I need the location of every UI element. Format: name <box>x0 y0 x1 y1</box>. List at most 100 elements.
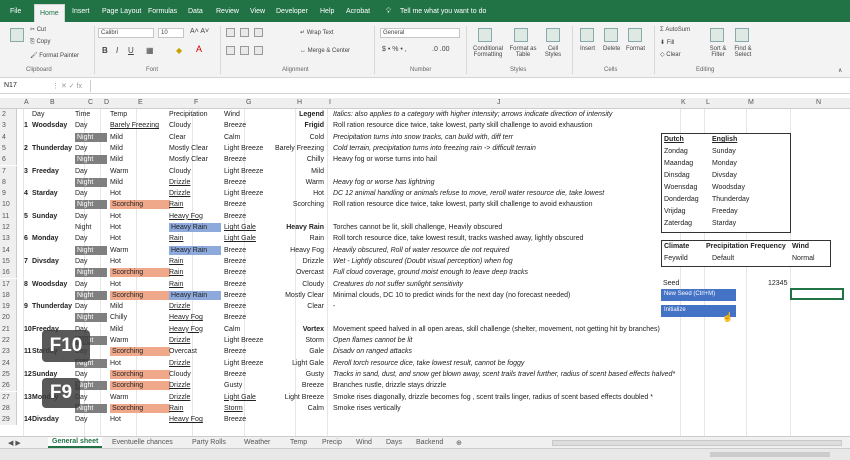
precip-cell[interactable]: Overcast <box>169 347 197 356</box>
precip-cell[interactable]: Heavy Fog <box>169 313 203 322</box>
tell-me-search[interactable]: Tell me what you want to do <box>400 0 486 22</box>
legend-cell[interactable]: Calm <box>258 404 324 413</box>
cell-styles-icon[interactable] <box>546 28 560 42</box>
time-cell[interactable]: Day <box>75 415 87 424</box>
insert-button[interactable]: Insert <box>580 46 595 52</box>
clear-button[interactable]: ◇ Clear <box>660 51 681 58</box>
notes-cell[interactable]: Roll torch resource dice, take lowest re… <box>333 234 583 243</box>
temp-cell[interactable]: Scorching <box>110 268 170 278</box>
notes-cell[interactable]: Smoke rises diagonally, drizzle becomes … <box>333 393 653 402</box>
notes-cell[interactable]: - <box>333 302 335 311</box>
col-header-e[interactable]: E <box>138 99 143 106</box>
align-left-icon[interactable] <box>226 46 235 55</box>
insert-cells-icon[interactable] <box>580 28 594 42</box>
formula-input[interactable] <box>90 80 845 92</box>
add-sheet-icon[interactable]: ⊕ <box>456 439 462 447</box>
day-number-cell[interactable]: 9 <box>24 302 28 311</box>
day-number-cell[interactable]: 8 <box>24 280 28 289</box>
row-number[interactable]: 2 <box>2 110 16 119</box>
temp-cell[interactable]: Scorching <box>110 381 170 391</box>
wind-cell[interactable]: Breeze <box>224 415 246 424</box>
legend-cell[interactable]: Scorching <box>258 200 324 209</box>
row-number[interactable]: 28 <box>2 404 16 413</box>
notes-cell[interactable]: Heavily obscured, Roll of water resource… <box>333 246 509 255</box>
tab-home[interactable]: Home <box>34 4 65 22</box>
align-bottom-icon[interactable] <box>254 28 263 37</box>
sheet-tab[interactable]: General sheet <box>48 437 103 448</box>
temp-cell[interactable]: Hot <box>110 212 121 221</box>
temp-cell[interactable]: Hot <box>110 415 121 424</box>
day-number-cell[interactable]: 3 <box>24 167 28 176</box>
wind-cell[interactable]: Storm <box>224 404 243 413</box>
row-number[interactable]: 9 <box>2 189 16 198</box>
temp-cell[interactable]: Chilly <box>110 313 127 322</box>
day-number-cell[interactable]: 12 <box>24 370 32 379</box>
row-number[interactable]: 14 <box>2 246 16 255</box>
temp-cell[interactable]: Hot <box>110 189 121 198</box>
wind-cell[interactable]: Breeze <box>224 257 246 266</box>
legend-cell[interactable]: Warm <box>258 178 324 187</box>
wind-cell[interactable]: Breeze <box>224 370 246 379</box>
font-size-select[interactable]: 10 <box>158 28 184 38</box>
col-header-j[interactable]: J <box>497 99 501 106</box>
wind-cell[interactable]: Light Gale <box>224 234 256 243</box>
time-cell[interactable]: Day <box>75 280 87 289</box>
sort-filter-icon[interactable] <box>710 28 724 42</box>
tab-review[interactable]: Review <box>216 0 239 22</box>
wind-cell[interactable]: Breeze <box>224 313 246 322</box>
sheet-tab[interactable]: Weather <box>244 439 270 446</box>
notes-cell[interactable]: Tracks in sand, dust, and snow get blown… <box>333 370 675 379</box>
precip-cell[interactable]: Heavy Fog <box>169 212 203 221</box>
notes-cell[interactable]: Heavy fog or worse has lightning <box>333 178 435 187</box>
precip-cell[interactable]: Drizzle <box>169 393 190 402</box>
find-select-button[interactable]: Find & Select <box>731 46 755 58</box>
wind-cell[interactable]: Breeze <box>224 200 246 209</box>
day-number-cell[interactable]: 6 <box>24 234 28 243</box>
col-header-m[interactable]: M <box>748 99 754 106</box>
col-header-g[interactable]: G <box>246 99 251 106</box>
day-name-cell[interactable]: Woodsday <box>32 280 67 289</box>
sheet-tab[interactable]: Eventuelle chances <box>112 439 173 446</box>
climate-table-cell[interactable]: Normal <box>792 255 815 262</box>
bold-button[interactable]: B <box>102 46 108 55</box>
notes-cell[interactable]: DC 12 animal handling or animals refuse … <box>333 189 604 198</box>
sheet-tab[interactable]: Party Rolls <box>192 439 226 446</box>
delete-button[interactable]: Delete <box>603 46 620 52</box>
notes-cell[interactable]: Creatures do not suffer sunlight sensiti… <box>333 280 463 289</box>
tab-help[interactable]: Help <box>320 0 334 22</box>
legend-cell[interactable]: Mild <box>258 167 324 176</box>
day-name-cell[interactable]: Starday <box>32 189 58 198</box>
col-header-i[interactable]: I <box>329 99 331 106</box>
sheet-tab[interactable]: Temp <box>290 439 307 446</box>
fill-color-icon[interactable]: ◆ <box>176 46 182 55</box>
seed-value[interactable]: 12345 <box>768 280 787 287</box>
temp-cell[interactable]: Barely Freezing <box>110 121 159 130</box>
font-color-icon[interactable]: A <box>196 44 202 54</box>
legend-cell[interactable]: Heavy Rain <box>258 223 324 232</box>
time-cell[interactable]: Day <box>75 189 87 198</box>
notes-cell[interactable]: Italics: also applies to a category with… <box>333 110 612 119</box>
legend-cell[interactable]: Heavy Fog <box>258 246 324 255</box>
row-number[interactable]: 8 <box>2 178 16 187</box>
day-number-cell[interactable]: 2 <box>24 144 28 153</box>
row-number[interactable]: 26 <box>2 381 16 390</box>
row-number[interactable]: 15 <box>2 257 16 266</box>
cell-styles-button[interactable]: Cell Styles <box>540 46 566 58</box>
autosum-button[interactable]: Σ AutoSum <box>660 27 690 33</box>
wind-cell[interactable]: Breeze <box>224 178 246 187</box>
climate-table-cell[interactable]: Default <box>712 255 734 262</box>
precip-cell[interactable]: Heavy Rain <box>169 245 221 255</box>
currency-icon[interactable]: $ • % • , <box>382 46 407 53</box>
legend-cell[interactable]: Gusty <box>258 370 324 379</box>
cut-button[interactable]: ✂ Cut <box>30 26 46 33</box>
precip-cell[interactable]: Drizzle <box>169 302 190 311</box>
row-number[interactable]: 7 <box>2 167 16 176</box>
tab-formulas[interactable]: Formulas <box>148 0 177 22</box>
decimal-icon[interactable]: .0 .00 <box>432 46 450 53</box>
day-number-cell[interactable]: 10 <box>24 325 32 334</box>
legend-cell[interactable]: Mostly Clear <box>258 291 324 300</box>
precip-cell[interactable]: Rain <box>169 200 183 209</box>
precip-cell[interactable]: Drizzle <box>169 381 190 390</box>
temp-cell[interactable]: Hot <box>110 280 121 289</box>
align-center-icon[interactable] <box>240 46 249 55</box>
